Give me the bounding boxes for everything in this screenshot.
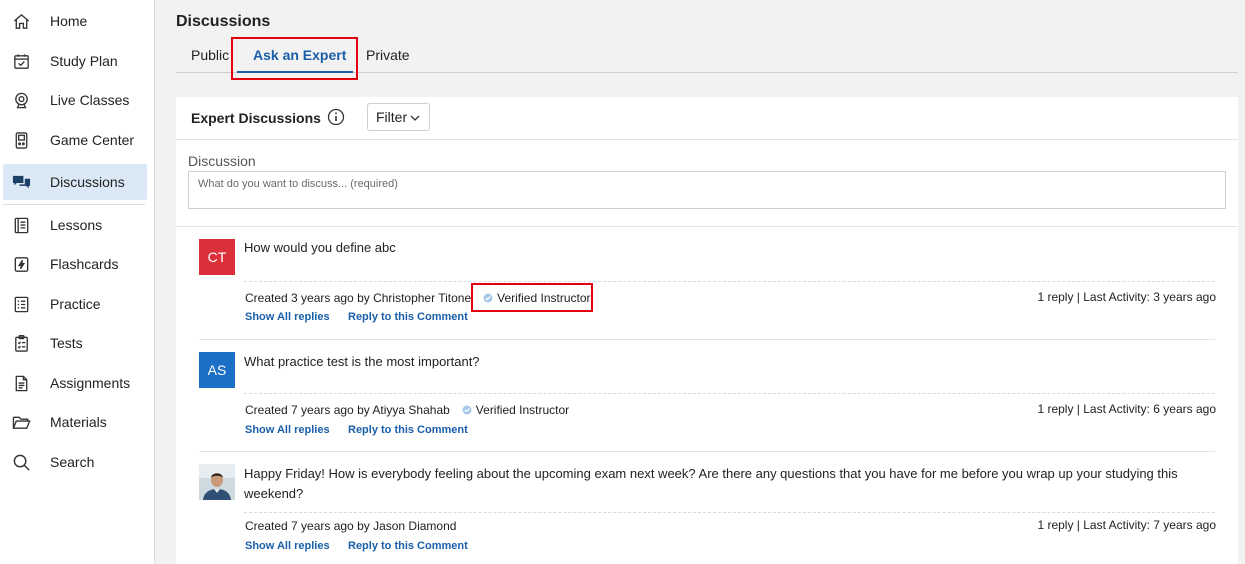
chat-bubbles-icon xyxy=(11,172,31,192)
divider xyxy=(244,512,1215,513)
sidebar-item-practice[interactable]: Practice xyxy=(3,286,147,322)
divider xyxy=(244,281,1215,282)
sidebar-item-label: Study Plan xyxy=(50,53,118,69)
list-item: AS What practice test is the most import… xyxy=(176,352,1216,452)
sidebar-divider xyxy=(3,204,145,205)
sidebar-item-label: Search xyxy=(50,454,95,470)
sidebar-item-discussions[interactable]: Discussions xyxy=(3,164,147,200)
activity-summary: 1 reply | Last Activity: 3 years ago xyxy=(1037,290,1216,304)
list-icon xyxy=(11,294,31,314)
comment-author-line: Created 7 years ago by Jason Diamond xyxy=(245,519,457,533)
tab-private[interactable]: Private xyxy=(366,36,410,73)
sidebar-item-label: Lessons xyxy=(50,217,103,233)
activity-summary: 1 reply | Last Activity: 7 years ago xyxy=(1037,518,1216,532)
show-all-replies-link[interactable]: Show All replies xyxy=(245,424,330,436)
verified-label: Verified Instructor xyxy=(475,403,570,417)
comment-author-line: Created 3 years ago by Christopher Titon… xyxy=(245,291,472,305)
document-icon xyxy=(11,373,31,393)
sidebar-item-label: Discussions xyxy=(50,174,125,190)
book-icon xyxy=(11,215,31,235)
filter-label: Filter xyxy=(376,109,408,125)
avatar: AS xyxy=(199,352,235,388)
divider xyxy=(244,393,1215,394)
chevron-down-icon xyxy=(410,115,420,121)
sidebar-item-home[interactable]: Home xyxy=(3,3,147,39)
folder-icon xyxy=(11,412,31,432)
show-all-replies-link[interactable]: Show All replies xyxy=(245,540,330,552)
avatar xyxy=(199,464,235,500)
reply-to-comment-link[interactable]: Reply to this Comment xyxy=(348,424,468,436)
divider xyxy=(176,226,1238,227)
search-icon xyxy=(11,452,31,472)
comment-text: How would you define abc xyxy=(244,240,396,255)
sidebar-item-assignments[interactable]: Assignments xyxy=(3,365,147,401)
activity-summary: 1 reply | Last Activity: 6 years ago xyxy=(1037,402,1216,416)
calendar-check-icon xyxy=(11,51,31,71)
sidebar-item-materials[interactable]: Materials xyxy=(3,404,147,440)
sidebar-item-study-plan[interactable]: Study Plan xyxy=(3,43,147,79)
sidebar-item-search[interactable]: Search xyxy=(3,444,147,480)
reply-to-comment-link[interactable]: Reply to this Comment xyxy=(348,311,468,323)
comment-author-line: Created 7 years ago by Atiyya Shahab xyxy=(245,403,450,417)
filter-button[interactable]: Filter xyxy=(367,103,430,131)
reply-to-comment-link[interactable]: Reply to this Comment xyxy=(348,540,468,552)
flashcard-icon xyxy=(11,254,31,274)
show-all-replies-link[interactable]: Show All replies xyxy=(245,311,330,323)
sidebar-item-label: Home xyxy=(50,13,88,29)
comment-text: Happy Friday! How is everybody feeling a… xyxy=(244,466,1178,501)
sidebar-item-live-classes[interactable]: Live Classes xyxy=(3,82,147,118)
sidebar-item-label: Tests xyxy=(50,335,83,351)
avatar: CT xyxy=(199,239,235,275)
discussion-label: Discussion xyxy=(188,153,256,169)
sidebar-item-flashcards[interactable]: Flashcards xyxy=(3,246,147,282)
comment-meta: Created 7 years ago by Jason Diamond xyxy=(245,519,456,533)
sidebar-item-label: Flashcards xyxy=(50,256,119,272)
panel-title: Expert Discussions xyxy=(191,110,321,126)
comment-meta: Created 7 years ago by Atiyya Shahab Ver… xyxy=(245,403,569,417)
clipboard-icon xyxy=(11,333,31,353)
sidebar-item-label: Live Classes xyxy=(50,92,130,108)
divider xyxy=(199,339,1215,340)
list-item: CT How would you define abc Created 3 ye… xyxy=(176,238,1216,340)
game-console-icon xyxy=(11,130,31,150)
comment-text: What practice test is the most important… xyxy=(244,354,480,369)
user-photo-icon xyxy=(199,464,235,500)
webcam-icon xyxy=(11,90,31,110)
sidebar-item-label: Game Center xyxy=(50,132,135,148)
sidebar-item-label: Practice xyxy=(50,296,101,312)
tab-public[interactable]: Public xyxy=(191,36,229,73)
sidebar-item-tests[interactable]: Tests xyxy=(3,325,147,361)
sidebar-item-game-center[interactable]: Game Center xyxy=(3,122,147,158)
discussion-input[interactable] xyxy=(188,171,1226,209)
sidebar-item-lessons[interactable]: Lessons xyxy=(3,207,147,243)
list-item: Happy Friday! How is everybody feeling a… xyxy=(176,464,1216,564)
tab-highlight-box xyxy=(231,37,358,80)
verified-check-icon xyxy=(462,405,472,415)
page-title: Discussions xyxy=(176,13,271,30)
verified-badge: Verified Instructor xyxy=(462,403,569,417)
sidebar-item-label: Assignments xyxy=(50,375,131,391)
sidebar-item-label: Materials xyxy=(50,414,107,430)
panel-header: Expert Discussions Filter xyxy=(176,97,1238,140)
sidebar: Home Study Plan Live Classes Game Center… xyxy=(0,0,155,564)
info-icon[interactable] xyxy=(327,108,345,126)
divider xyxy=(199,451,1215,452)
home-icon xyxy=(11,11,31,31)
verified-highlight-box xyxy=(471,283,593,312)
